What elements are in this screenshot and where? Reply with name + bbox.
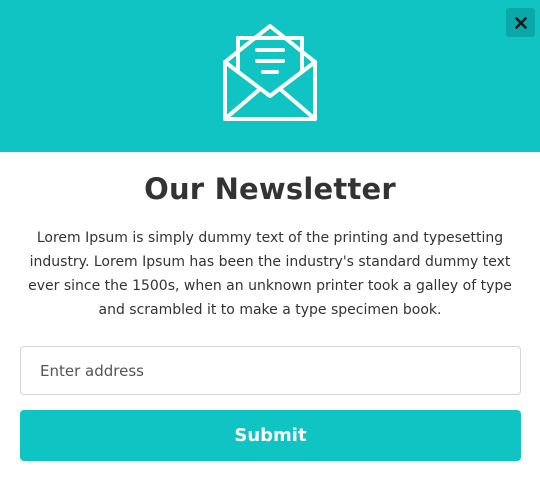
submit-button[interactable]: Submit	[20, 410, 521, 461]
modal-header-band	[0, 0, 540, 152]
close-button[interactable]	[506, 8, 535, 37]
newsletter-title: Our Newsletter	[144, 172, 396, 206]
email-address-input[interactable]	[20, 346, 521, 395]
newsletter-modal: Our Newsletter Lorem Ipsum is simply dum…	[0, 0, 540, 481]
newsletter-description: Lorem Ipsum is simply dummy text of the …	[28, 230, 512, 318]
close-icon	[514, 16, 527, 29]
envelope-letter-icon	[223, 24, 317, 121]
